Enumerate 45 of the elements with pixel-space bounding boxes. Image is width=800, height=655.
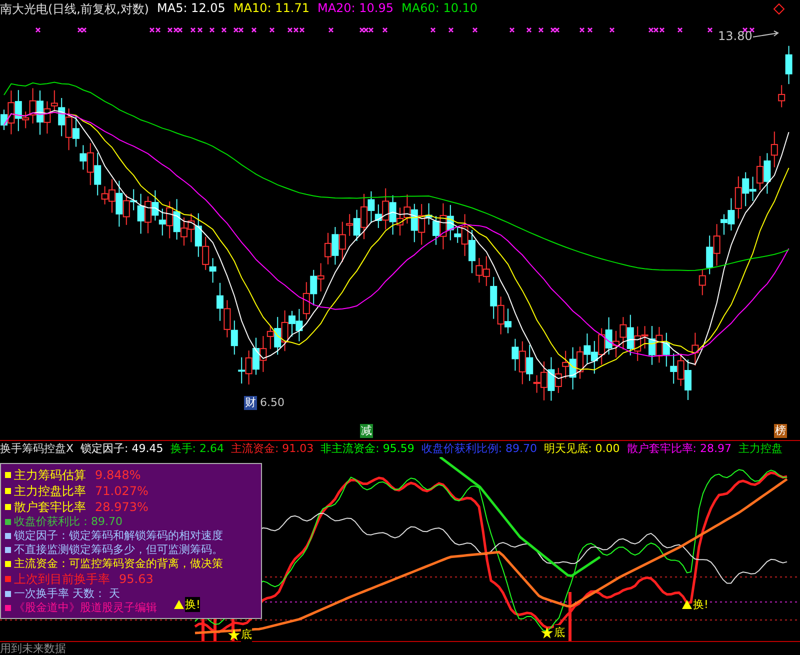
info-label: 主力筹码估算 — [14, 467, 86, 483]
chart-title: 南大光电(日线,前复权,对数) — [0, 1, 149, 18]
info-note: 《股金道中》股道股灵子编辑 — [14, 601, 157, 615]
star-icon — [228, 628, 240, 640]
event-badge[interactable]: 减 — [360, 424, 373, 438]
info-value: 28.973% — [95, 500, 148, 514]
info-note: 收盘价获利比：89.70 — [14, 515, 122, 529]
triangle-icon — [682, 600, 692, 609]
indicator-legend-text: 收盘价获利比例: 89.70 — [421, 441, 538, 457]
info-note: 不直接监测锁定筹码多少，但可监测筹码。 — [14, 543, 223, 557]
signal-label: 换! — [693, 597, 708, 612]
signal-label: 底 — [241, 627, 252, 642]
info-value: 9.848% — [95, 468, 141, 482]
info-label: 散户套牢比率 — [14, 499, 86, 515]
info-value: 71.027% — [95, 484, 148, 498]
signal-label: 底 — [554, 625, 565, 640]
info-note: 锁定因子：锁定筹码和解锁筹码的相对速度 — [14, 529, 223, 543]
ma-legend-text: MA20: 10.95 — [317, 1, 394, 17]
indicator-legend-text: 换手筹码控盘X — [0, 441, 74, 457]
indicator-legend-text: 主力控盘 — [738, 441, 782, 457]
indicator-legend-text: 主流资金: 91.03 — [230, 441, 314, 457]
indicator-legend-text: 明天见底: 0.00 — [544, 441, 620, 457]
ma-legend-text: MA10: 11.71 — [233, 1, 310, 17]
indicator-legend-text: 换手: 2.64 — [170, 441, 224, 457]
signal-bar — [568, 592, 572, 641]
indicator-legend-text: 非主流资金: 95.59 — [320, 441, 414, 457]
triangle-icon — [174, 600, 184, 609]
star-icon — [541, 626, 553, 638]
pointer-arrow-icon — [752, 30, 779, 38]
ma-legend-text: MA5: 12.05 — [157, 1, 226, 17]
info-label: 上次到目前换手率 — [14, 571, 110, 587]
indicator-legend-text: 散户套牢比率: 28.97 — [626, 441, 732, 457]
indicator-legend-text: 锁定因子: 49.45 — [80, 441, 164, 457]
info-value: 95.63 — [119, 572, 154, 586]
info-note: 主流资金：可监控筹码资金的背离，做决策 — [14, 557, 223, 571]
price-label: 13.80 — [718, 29, 752, 43]
event-badge[interactable]: 财 — [244, 396, 257, 410]
event-badge[interactable]: 榜 — [774, 424, 787, 438]
price-label: 6.50 — [260, 396, 284, 409]
info-note: 一次换手率 天数： 天 — [14, 587, 120, 601]
diamond-icon — [773, 3, 785, 15]
ma-legend-text: MA60: 10.10 — [402, 1, 478, 17]
footer-note: 用到未来数据 — [0, 642, 66, 655]
signal-label: 换! — [185, 597, 200, 612]
info-label: 主力控盘比率 — [14, 483, 86, 499]
